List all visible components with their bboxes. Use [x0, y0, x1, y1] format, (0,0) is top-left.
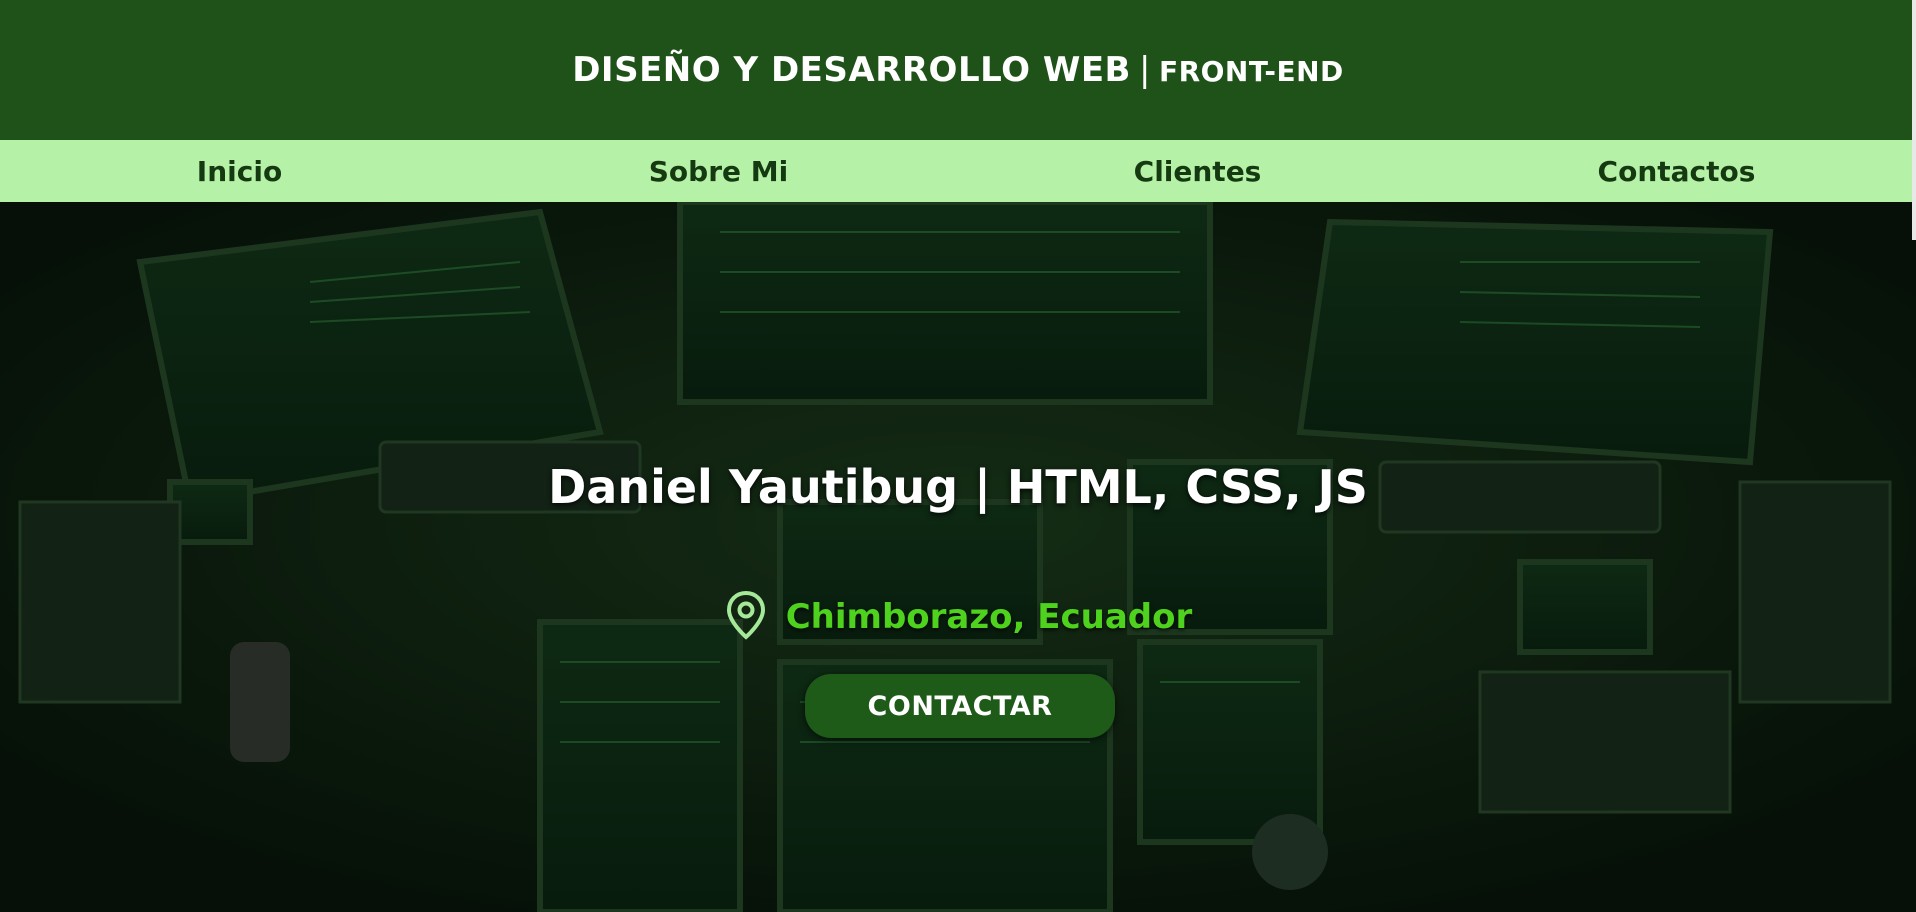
site-header: DISEÑO Y DESARROLLO WEB | FRONT-END: [0, 0, 1916, 140]
contactar-button[interactable]: CONTACTAR: [805, 674, 1115, 738]
scrollbar[interactable]: [1912, 0, 1916, 240]
location-row: Chimborazo, Ecuador: [0, 590, 1916, 644]
nav-item-sobre-mi[interactable]: Sobre Mi: [479, 155, 958, 188]
site-title-sub: FRONT-END: [1158, 55, 1344, 88]
nav-item-contactos[interactable]: Contactos: [1437, 155, 1916, 188]
main-nav: Inicio Sobre Mi Clientes Contactos: [0, 140, 1916, 202]
hero-title: Daniel Yautibug | HTML, CSS, JS: [548, 460, 1368, 514]
nav-item-inicio[interactable]: Inicio: [0, 155, 479, 188]
site-title-separator: |: [1138, 50, 1151, 90]
site-title: DISEÑO Y DESARROLLO WEB | FRONT-END: [572, 50, 1344, 90]
map-pin-icon: [724, 590, 768, 644]
site-title-main: DISEÑO Y DESARROLLO WEB: [572, 50, 1131, 90]
location-text: Chimborazo, Ecuador: [785, 597, 1193, 637]
nav-item-clientes[interactable]: Clientes: [958, 155, 1437, 188]
hero-section: Daniel Yautibug | HTML, CSS, JS Chimbora…: [0, 202, 1916, 912]
hero-overlay: [0, 202, 1916, 912]
